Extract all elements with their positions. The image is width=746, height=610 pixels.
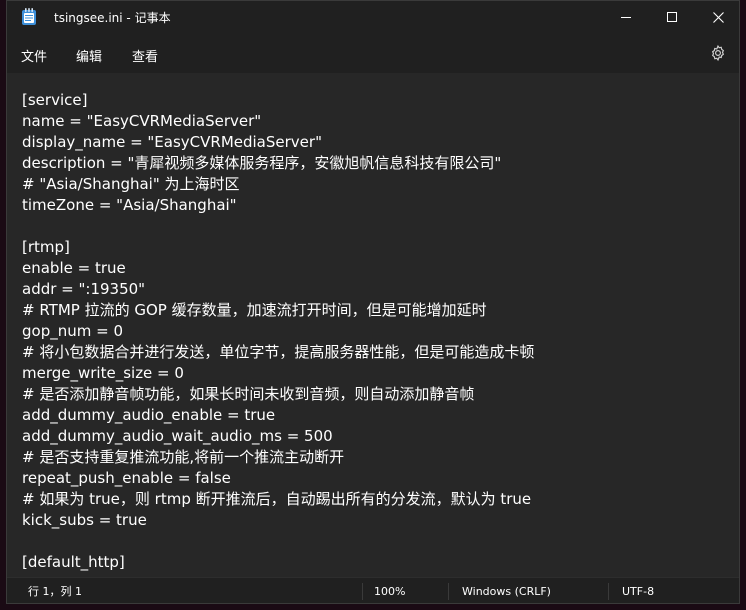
- editor-content: [service] name = "EasyCVRMediaServer" disp…: [22, 90, 534, 573]
- text-line: display_name = "EasyCVRMediaServer": [22, 133, 322, 151]
- gear-icon: [709, 44, 727, 66]
- text-line: [rtmp]: [22, 238, 70, 256]
- zoom-level[interactable]: 100%: [374, 578, 405, 603]
- minimize-button[interactable]: [603, 1, 649, 33]
- close-button[interactable]: [695, 1, 739, 33]
- window-title: tsingsee.ini - 记事本: [54, 11, 171, 25]
- menu-bar: 文件 编辑 查看: [7, 33, 739, 73]
- text-line: [22, 531, 534, 552]
- line-ending[interactable]: Windows (CRLF): [462, 578, 551, 603]
- text-line: name = "EasyCVRMediaServer": [22, 112, 262, 130]
- text-line: repeat_push_enable = false: [22, 469, 231, 487]
- status-divider: [362, 583, 363, 600]
- text-line: kick_subs = true: [22, 511, 147, 529]
- cursor-position: 行 1，列 1: [28, 585, 82, 598]
- text-line: addr = ":19350": [22, 280, 146, 298]
- menu-file[interactable]: 文件: [15, 44, 53, 67]
- text-line: # 如果为 true，则 rtmp 断开推流后，自动踢出所有的分发流，默认为 t…: [22, 490, 532, 508]
- minimize-icon: [621, 12, 631, 22]
- maximize-icon: [667, 12, 677, 22]
- text-line: # 是否支持重复推流功能,将前一个推流主动断开: [22, 448, 345, 466]
- text-line: # "Asia/Shanghai" 为上海时区: [22, 175, 240, 193]
- text-line: add_dummy_audio_enable = true: [22, 406, 276, 424]
- text-line: # RTMP 拉流的 GOP 缓存数量，加速流打开时间，但是可能增加延时: [22, 301, 487, 319]
- settings-button[interactable]: [709, 44, 727, 62]
- menu-edit[interactable]: 编辑: [70, 44, 108, 67]
- title-bar[interactable]: tsingsee.ini - 记事本: [7, 1, 739, 33]
- close-icon: [712, 11, 724, 23]
- menu-view[interactable]: 查看: [126, 44, 164, 67]
- status-bar: 行 1，列 1 100% Windows (CRLF) UTF-8: [7, 577, 739, 603]
- notepad-app-icon: [21, 8, 37, 26]
- text-line: [service]: [22, 91, 88, 109]
- text-line: # 将小包数据合并进行发送，单位字节，提高服务器性能，但是可能造成卡顿: [22, 343, 535, 361]
- notepad-window: tsingsee.ini - 记事本 文件 编辑 查看 [service] na…: [6, 0, 740, 604]
- text-line: merge_write_size = 0: [22, 364, 184, 382]
- status-divider: [608, 583, 609, 600]
- text-line: enable = true: [22, 259, 126, 277]
- text-line: timeZone = "Asia/Shanghai": [22, 196, 237, 214]
- text-line: add_dummy_audio_wait_audio_ms = 500: [22, 427, 333, 445]
- status-divider: [448, 583, 449, 600]
- text-line: [22, 216, 534, 237]
- text-line: [default_http]: [22, 553, 125, 571]
- text-line: # 是否添加静音帧功能，如果长时间未收到音频，则自动添加静音帧: [22, 385, 475, 403]
- text-line: gop_num = 0: [22, 322, 123, 340]
- maximize-button[interactable]: [649, 1, 695, 33]
- text-encoding[interactable]: UTF-8: [622, 578, 654, 603]
- text-editor[interactable]: [service] name = "EasyCVRMediaServer" disp…: [7, 73, 739, 577]
- text-line: description = "青犀视频多媒体服务程序，安徽旭帆信息科技有限公司": [22, 154, 502, 172]
